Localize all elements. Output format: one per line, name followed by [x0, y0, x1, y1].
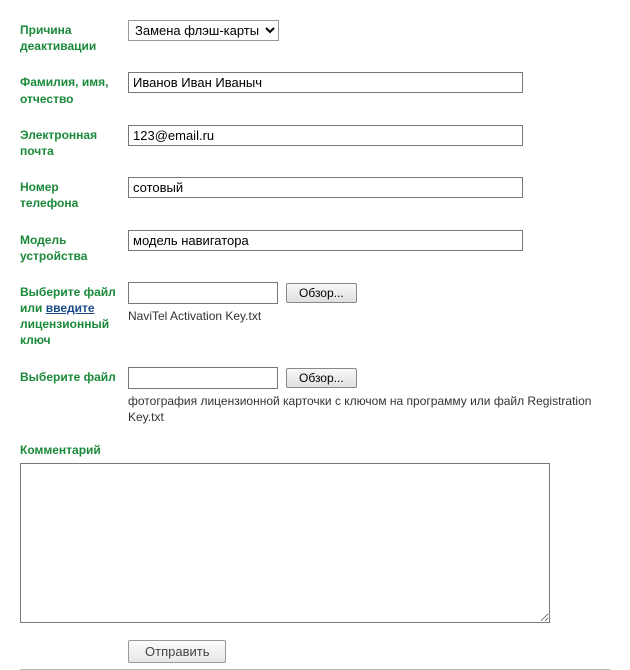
device-label: Модель устройства [20, 230, 120, 264]
name-input[interactable] [128, 72, 523, 93]
file1-path-input[interactable] [128, 282, 278, 304]
email-input[interactable] [128, 125, 523, 146]
file2-label: Выберите файл [20, 367, 120, 385]
file2-path-input[interactable] [128, 367, 278, 389]
file2-hint: фотография лицензионной карточки с ключо… [128, 393, 610, 425]
name-label: Фамилия, имя, отчество [20, 72, 120, 106]
email-label: Электронная почта [20, 125, 120, 159]
reason-select[interactable]: Замена флэш-карты [128, 20, 279, 41]
phone-input[interactable] [128, 177, 523, 198]
file1-label-part1: Выберите файл [20, 285, 116, 299]
file1-label: Выберите файл или введите лицензионный к… [20, 282, 120, 349]
device-input[interactable] [128, 230, 523, 251]
file1-label-part2: лицензионный ключ [20, 317, 109, 347]
enter-link[interactable]: введите [46, 301, 95, 315]
file2-browse-button[interactable]: Обзор... [286, 368, 357, 388]
comment-textarea[interactable] [20, 463, 550, 623]
submit-button[interactable]: Отправить [128, 640, 226, 663]
reason-label: Причина деактивации [20, 20, 120, 54]
file1-hint: NaviTel Activation Key.txt [128, 308, 610, 324]
phone-label: Номер телефона [20, 177, 120, 211]
file1-label-or: или [20, 301, 46, 315]
comment-label: Комментарий [20, 443, 610, 457]
file1-browse-button[interactable]: Обзор... [286, 283, 357, 303]
